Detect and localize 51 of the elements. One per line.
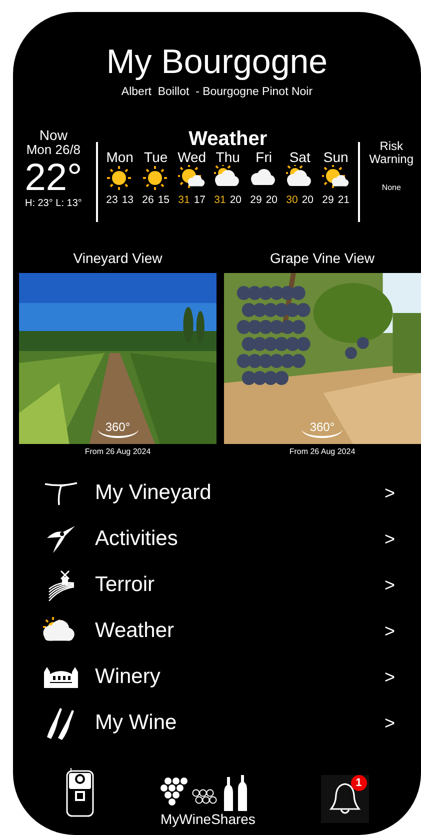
wine-subtitle: Albert Boillot - Bourgogne Pinot Noir [120,86,314,98]
day-label: Fri [256,150,272,166]
windmill-fields-icon [47,569,75,601]
sun-icon [106,165,134,192]
menu-item[interactable]: Winery > [13,654,421,700]
low-temperature: 20 [302,194,314,206]
risk-value: None [382,184,401,194]
high-temperature: 30 [286,194,298,206]
high-temperature: 23 [106,194,118,206]
chateau-icon [43,666,79,688]
menu-item[interactable]: My Vineyard > [13,470,421,516]
pruning-shears-icon [45,524,77,554]
wine-bottles-icon [46,706,76,740]
now-label: Now [39,128,68,144]
notification-count: 1 [350,775,367,791]
low-temperature: 13 [122,194,134,206]
day-label: Sat [289,150,310,166]
app-title: My Bourgogne [105,42,329,82]
high-temperature: 29 [250,194,262,206]
menu-item[interactable]: My Wine > [13,700,421,746]
low-temperature: 15 [158,194,170,206]
high-temperature: 31 [178,194,190,206]
menu-item[interactable]: Terroir > [13,562,421,608]
day-label: Tue [144,150,168,166]
day-label: Wed [178,150,206,166]
high-temperature: 31 [214,194,226,206]
view-title: Grape Vine View [270,250,375,266]
high-low-text: H: 23° L: 13° [24,198,82,209]
high-temperature: 26 [142,194,154,206]
view-date: From 26 Aug 2024 [84,447,151,456]
view-title: Vineyard View [73,250,162,266]
vine-icon [44,480,78,506]
notifications-button[interactable]: 1 [320,775,369,823]
low-temperature: 20 [230,194,242,206]
low-temperature: 21 [338,194,350,206]
risk-label: Risk Warning [368,140,415,166]
day-label: Sun [323,150,348,166]
weather-title: Weather [188,128,268,150]
menu-item[interactable]: Weather > [13,608,421,654]
brand-link[interactable]: MyWineShares [160,775,256,827]
current-temperature: 22° [24,158,82,198]
high-temperature: 29 [322,194,334,206]
panorama-badge[interactable]: 360° [97,420,138,438]
low-temperature: 20 [266,194,278,206]
date-text: Mon 26/8 [26,143,81,158]
day-label: Mon [106,150,134,166]
low-temperature: 17 [194,194,206,206]
view-date: From 26 Aug 2024 [289,447,356,456]
day-label: Thu [216,150,240,166]
menu-item[interactable]: Activities > [13,516,421,562]
sun-icon [142,165,170,192]
